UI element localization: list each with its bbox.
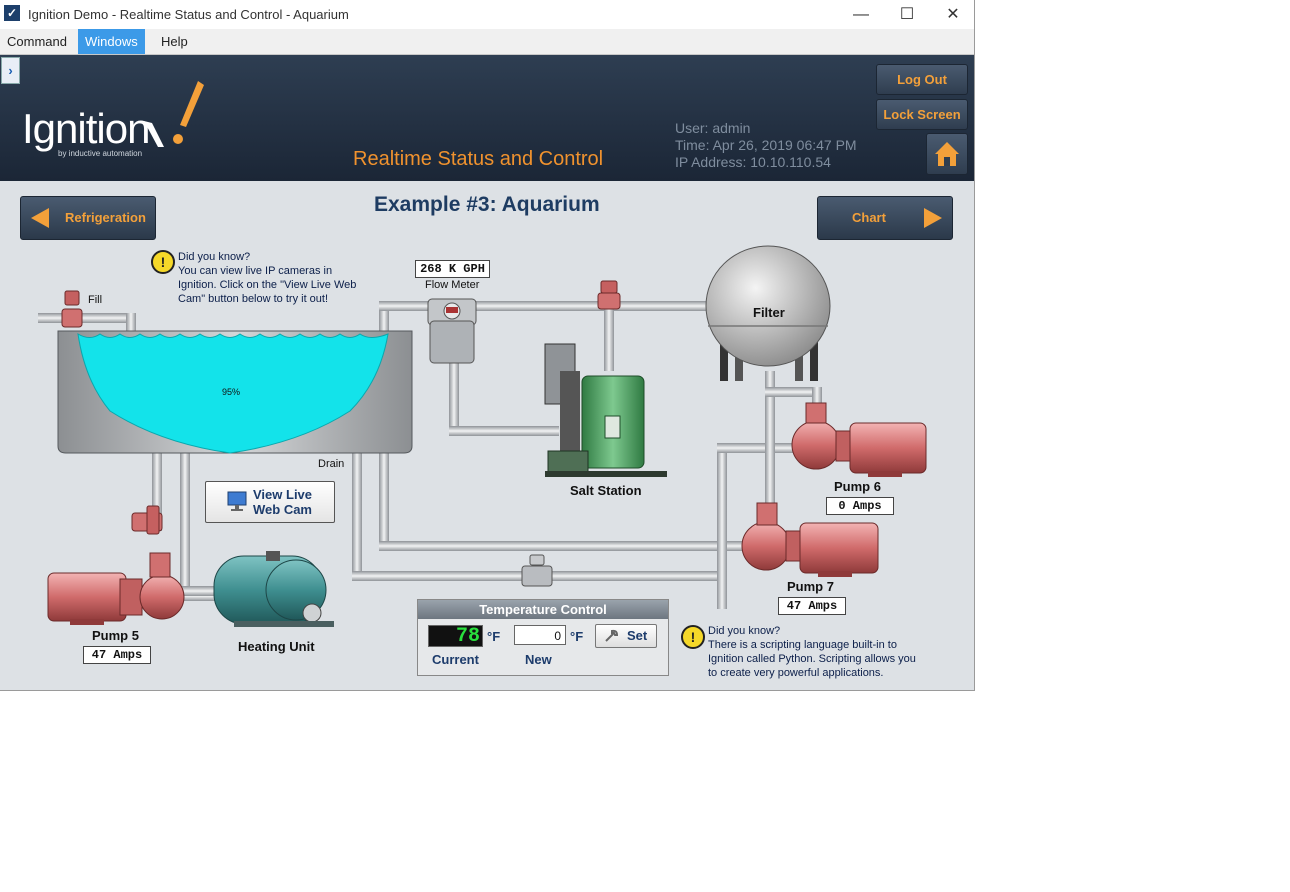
ip-text: IP Address: 10.10.110.54 xyxy=(675,154,831,170)
title-bar: ✓ Ignition Demo - Realtime Status and Co… xyxy=(0,0,974,30)
top-valve xyxy=(597,280,621,310)
fill-valve xyxy=(61,290,83,328)
header-title: Realtime Status and Control xyxy=(353,148,604,170)
pump-6-graphic xyxy=(791,402,927,477)
pump-7-label: Pump 7 xyxy=(787,579,834,594)
ignition-logo: Ignition xyxy=(22,105,150,152)
pump-6-amps: 0 Amps xyxy=(826,497,894,515)
heating-unit-label: Heating Unit xyxy=(238,639,315,654)
webcam-line2: Web Cam xyxy=(253,502,312,517)
pump-5-label: Pump 5 xyxy=(92,628,139,643)
current-label: Current xyxy=(432,652,479,667)
new-temp-unit: °F xyxy=(570,629,584,644)
logo-swoosh-icon xyxy=(144,81,204,147)
current-temp-unit: °F xyxy=(487,629,501,644)
tip-line: Ignition. Click on the "View Live Web xyxy=(178,279,357,291)
tip-line: Ignition called Python. Scripting allows… xyxy=(708,653,916,665)
filter-label: Filter xyxy=(753,305,785,320)
home-icon xyxy=(935,142,959,166)
page-title: Example #3: Aquarium xyxy=(374,193,600,216)
fill-label: Fill xyxy=(88,294,103,306)
tip-python: Did you know? There is a scripting langu… xyxy=(708,624,916,680)
sidebar-toggle-button[interactable]: › xyxy=(1,57,20,84)
wrench-icon xyxy=(605,629,619,642)
menu-windows[interactable]: Windows xyxy=(78,29,145,54)
new-temp-input[interactable]: 0 xyxy=(514,625,566,645)
drain-label: Drain xyxy=(318,458,345,470)
info-icon: ! xyxy=(681,625,705,649)
set-temperature-button[interactable]: Set xyxy=(595,624,657,648)
new-label: New xyxy=(525,652,552,667)
close-button[interactable]: ✕ xyxy=(930,3,976,27)
flow-meter-label: Flow Meter xyxy=(425,279,480,291)
tip-heading: Did you know? xyxy=(708,625,781,637)
window-title: Ignition Demo - Realtime Status and Cont… xyxy=(28,7,349,22)
maximize-button[interactable]: ☐ xyxy=(884,3,930,27)
app-window: ✓ Ignition Demo - Realtime Status and Co… xyxy=(0,0,975,691)
tip-line: to create very powerful applications. xyxy=(708,667,884,679)
temperature-control-panel: Temperature Control 78 °F 0 °F Set Curre… xyxy=(417,599,669,676)
monitor-icon xyxy=(227,491,247,511)
tip-line: Cam" button below to try it out! xyxy=(178,293,329,305)
pump-6-label: Pump 6 xyxy=(834,479,881,494)
bottom-valve xyxy=(521,554,553,587)
home-button[interactable] xyxy=(926,133,968,175)
minimize-button[interactable]: — xyxy=(838,3,884,27)
pump-7-amps: 47 Amps xyxy=(778,597,846,615)
header-bar: › Ignition by inductive automation Realt… xyxy=(0,55,974,181)
user-text: User: admin xyxy=(675,120,751,136)
menu-help[interactable]: Help xyxy=(154,29,195,54)
nav-prev-label: Refrigeration xyxy=(65,210,146,225)
arrow-left-icon xyxy=(31,208,49,228)
tank-level-text: 95% xyxy=(222,387,241,397)
menu-bar: Command Windows Help xyxy=(0,29,974,55)
arrow-right-icon xyxy=(924,208,942,228)
salt-station-label: Salt Station xyxy=(570,483,642,498)
drain-valve xyxy=(131,505,163,535)
info-icon: ! xyxy=(151,250,175,274)
tip-line: You can view live IP cameras in xyxy=(178,265,333,277)
lock-screen-button[interactable]: Lock Screen xyxy=(876,99,968,130)
main-panel: Refrigeration Chart Example #3: Aquarium… xyxy=(0,181,974,690)
tip-webcam: Did you know? You can view live IP camer… xyxy=(178,250,356,306)
view-webcam-button[interactable]: View Live Web Cam xyxy=(205,481,335,523)
app-icon: ✓ xyxy=(4,5,20,21)
heating-unit-graphic xyxy=(213,551,334,627)
tip-heading: Did you know? xyxy=(178,251,251,263)
tip-line: There is a scripting language built-in t… xyxy=(708,639,897,651)
webcam-line1: View Live xyxy=(253,487,313,502)
flow-meter xyxy=(427,298,477,364)
pump-5-amps: 47 Amps xyxy=(83,646,151,664)
time-text: Time: Apr 26, 2019 06:47 PM xyxy=(675,137,857,153)
nav-prev-button[interactable]: Refrigeration xyxy=(20,196,156,240)
nav-next-label: Chart xyxy=(852,210,886,225)
current-temp-display: 78 xyxy=(428,625,483,648)
set-label: Set xyxy=(627,628,648,643)
logout-button[interactable]: Log Out xyxy=(876,64,968,95)
logo-subtitle: by inductive automation xyxy=(58,149,143,158)
nav-next-button[interactable]: Chart xyxy=(817,196,953,240)
pump-5-graphic xyxy=(47,552,185,625)
session-info: User: admin Time: Apr 26, 2019 06:47 PM … xyxy=(675,120,857,171)
temperature-control-title: Temperature Control xyxy=(418,600,668,619)
menu-command[interactable]: Command xyxy=(0,29,74,54)
flow-meter-readout: 268 K GPH xyxy=(415,260,490,278)
webcam-button-text: View Live Web Cam xyxy=(253,487,312,517)
